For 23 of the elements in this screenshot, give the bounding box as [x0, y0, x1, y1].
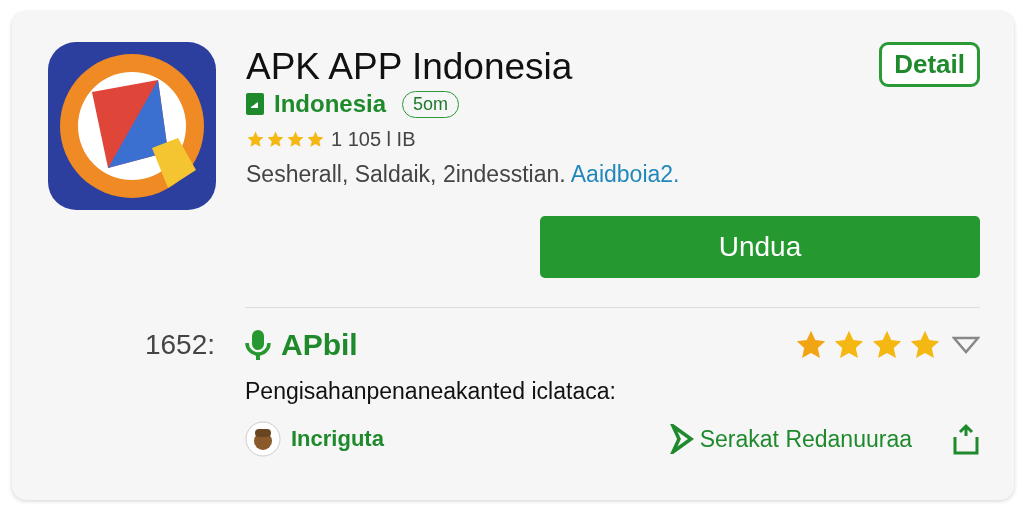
- tag-link[interactable]: Aaidboia2.: [570, 161, 680, 187]
- tags-text: Sesherall, Saldaik, 2indesstian. Aaidboia2.: [246, 161, 680, 188]
- document-icon: [246, 93, 264, 115]
- avatar-icon: [245, 421, 281, 457]
- app-icon: [48, 42, 216, 210]
- star-icon: [246, 130, 265, 149]
- send-icon: [669, 424, 694, 454]
- caret-icon[interactable]: [952, 336, 980, 354]
- action-link[interactable]: Serakat Redanuuraa: [699, 425, 912, 453]
- publisher-name: Indonesia: [274, 90, 387, 118]
- star-icon: [286, 130, 305, 149]
- review-text: Pengisahanpenaneakanted iclataca:: [245, 378, 617, 405]
- star-icon: [306, 130, 325, 149]
- share-icon[interactable]: [952, 423, 980, 455]
- download-button[interactable]: Undua: [540, 216, 980, 278]
- detail-button[interactable]: Detail: [879, 42, 980, 87]
- reviewer-name: APbil: [281, 328, 358, 362]
- author-name: Incriguta: [291, 426, 384, 452]
- microphone-icon: [245, 330, 271, 360]
- review-number: 1652:: [144, 329, 215, 361]
- rating-info: 1 105 l IB: [331, 128, 416, 151]
- star-icon: [266, 130, 285, 149]
- app-title: APK APP Indonesia: [246, 46, 573, 88]
